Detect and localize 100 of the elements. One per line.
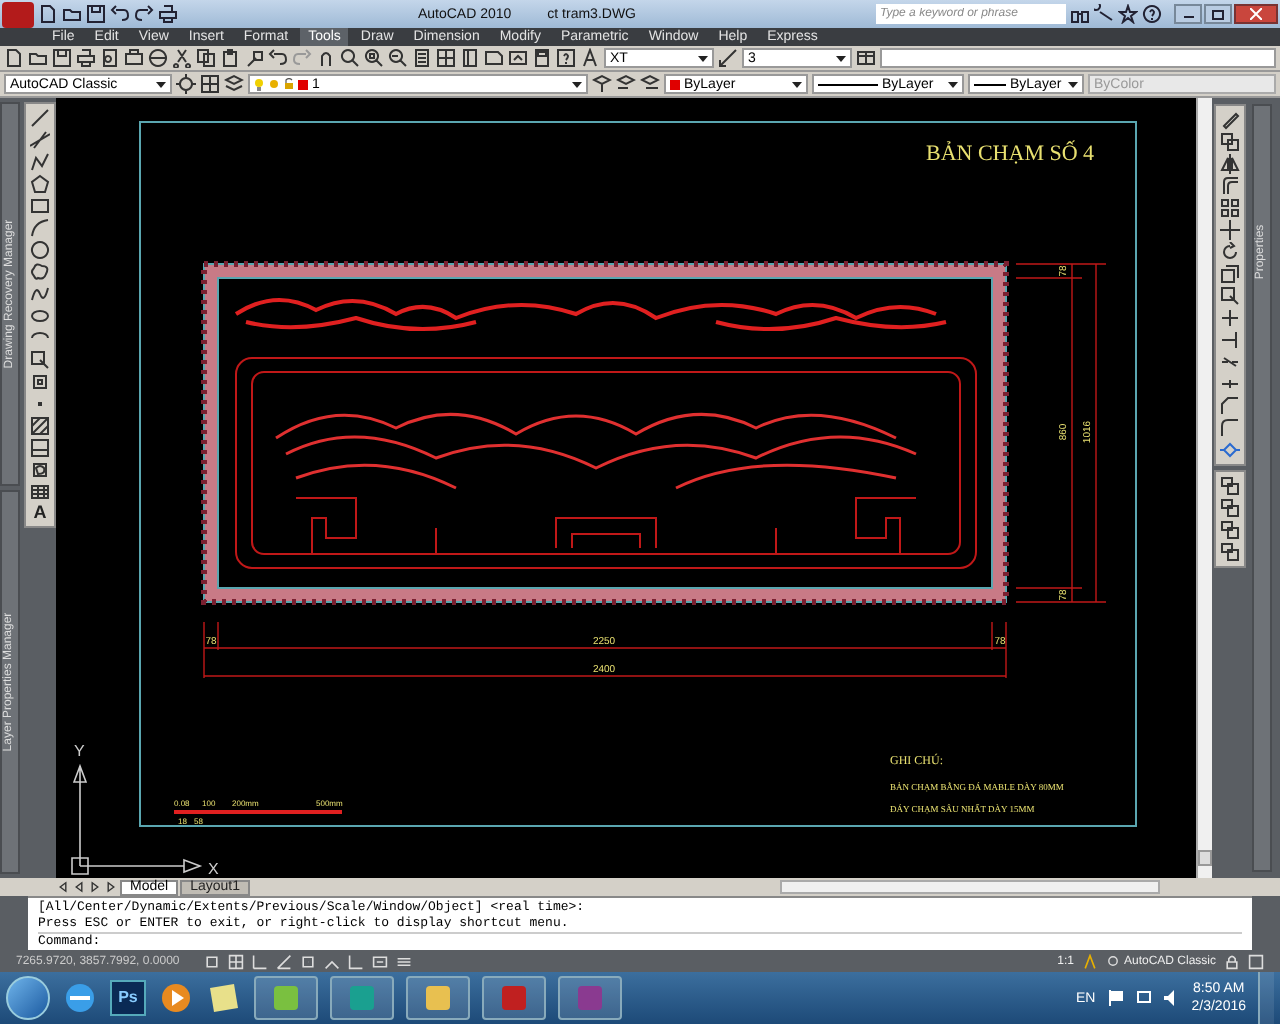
draw-order-icon[interactable] <box>1220 542 1240 562</box>
fillet-icon[interactable] <box>1220 418 1240 438</box>
lock-icon[interactable] <box>1224 953 1240 969</box>
grid-icon[interactable] <box>200 74 220 94</box>
notes-icon[interactable] <box>206 980 242 1016</box>
minimize-button[interactable] <box>1174 4 1202 24</box>
region-icon[interactable] <box>30 460 50 480</box>
vertical-scrollbar[interactable] <box>1196 98 1212 878</box>
polygon-icon[interactable] <box>30 174 50 194</box>
close-button[interactable] <box>1234 4 1278 24</box>
zoom-window-icon[interactable] <box>364 48 384 68</box>
publish-icon[interactable] <box>124 48 144 68</box>
copy-page-icon[interactable] <box>196 48 216 68</box>
construction-line-icon[interactable] <box>30 130 50 150</box>
line-icon[interactable] <box>30 108 50 128</box>
markup-icon[interactable] <box>508 48 528 68</box>
layer-previous-icon[interactable] <box>616 74 636 94</box>
globe-icon[interactable] <box>148 48 168 68</box>
copy-icon[interactable] <box>1220 132 1240 152</box>
flag-icon[interactable] <box>1107 990 1124 1006</box>
circle-icon[interactable] <box>30 240 50 260</box>
fullscreen-icon[interactable] <box>1248 953 1264 969</box>
layer-state-icon[interactable] <box>592 74 612 94</box>
trim-icon[interactable] <box>1220 308 1240 328</box>
tab-first-icon[interactable] <box>56 880 70 894</box>
save-icon[interactable] <box>52 48 72 68</box>
scale-icon[interactable] <box>1220 264 1240 284</box>
undo-icon[interactable] <box>268 48 288 68</box>
horizontal-scrollbar[interactable] <box>780 880 1160 894</box>
array-icon[interactable] <box>1220 198 1240 218</box>
help-icon[interactable] <box>556 48 576 68</box>
tab-last-icon[interactable] <box>104 880 118 894</box>
redo-icon[interactable] <box>134 4 154 24</box>
taskbar-button[interactable] <box>254 976 318 1020</box>
undo-icon[interactable] <box>110 4 130 24</box>
erase-icon[interactable] <box>1220 110 1240 130</box>
browser-icon[interactable] <box>62 980 98 1016</box>
new-file-icon[interactable] <box>38 4 58 24</box>
ducs-icon[interactable] <box>348 953 364 969</box>
spline-icon[interactable] <box>30 284 50 304</box>
app-logo-icon[interactable] <box>2 1 34 27</box>
extend-icon[interactable] <box>1220 330 1240 350</box>
draw-order-icon[interactable] <box>1220 476 1240 496</box>
media-player-icon[interactable] <box>158 980 194 1016</box>
make-block-icon[interactable] <box>30 372 50 392</box>
gear-icon[interactable] <box>176 74 196 94</box>
polyline-icon[interactable] <box>30 152 50 172</box>
key-icon[interactable] <box>1094 4 1114 24</box>
printer-icon[interactable] <box>158 4 178 24</box>
text-tool[interactable]: A <box>33 504 47 522</box>
grid-icon[interactable] <box>436 48 456 68</box>
open-folder-icon[interactable] <box>28 48 48 68</box>
preview-icon[interactable] <box>100 48 120 68</box>
mirror-icon[interactable] <box>1220 154 1240 174</box>
move-icon[interactable] <box>1220 220 1240 240</box>
dimension-style-icon[interactable] <box>718 48 738 68</box>
zoom-icon[interactable] <box>340 48 360 68</box>
dyn-icon[interactable] <box>372 953 388 969</box>
printer-icon[interactable] <box>76 48 96 68</box>
taskbar-button[interactable] <box>406 976 470 1020</box>
star-icon[interactable] <box>1118 4 1138 24</box>
palette-icon[interactable] <box>460 48 480 68</box>
text-style-icon[interactable] <box>580 48 600 68</box>
gradient-icon[interactable] <box>30 438 50 458</box>
draw-order-icon[interactable] <box>1220 498 1240 518</box>
arc-icon[interactable] <box>30 218 50 238</box>
brush-icon[interactable] <box>244 48 264 68</box>
show-desktop-button[interactable] <box>1258 972 1274 1024</box>
snap-icon[interactable] <box>204 953 220 969</box>
scroll-thumb[interactable] <box>1198 850 1212 866</box>
paste-icon[interactable] <box>220 48 240 68</box>
stretch-icon[interactable] <box>1220 286 1240 306</box>
annotation-visibility-icon[interactable] <box>1081 953 1098 969</box>
osnap-icon[interactable] <box>300 953 316 969</box>
layer-match-icon[interactable] <box>640 74 660 94</box>
chamfer-icon[interactable] <box>1220 396 1240 416</box>
break-icon[interactable] <box>1220 352 1240 372</box>
zoom-previous-icon[interactable] <box>388 48 408 68</box>
layers-icon[interactable] <box>224 74 244 94</box>
rectangle-icon[interactable] <box>30 196 50 216</box>
new-file-icon[interactable] <box>4 48 24 68</box>
cut-icon[interactable] <box>172 48 192 68</box>
rotate-icon[interactable] <box>1220 242 1240 262</box>
network-icon[interactable] <box>1135 990 1152 1006</box>
lineweight-icon[interactable] <box>396 953 412 969</box>
speaker-icon[interactable] <box>1163 990 1180 1006</box>
help-icon[interactable] <box>1142 4 1162 24</box>
cloud-icon[interactable] <box>30 262 50 282</box>
tab-previous-icon[interactable] <box>72 880 86 894</box>
tab-next-icon[interactable] <box>88 880 102 894</box>
hatch-icon[interactable] <box>30 416 50 436</box>
polar-icon[interactable] <box>276 953 292 969</box>
save-icon[interactable] <box>86 4 106 24</box>
photoshop-icon[interactable]: Ps <box>110 980 146 1016</box>
draw-order-icon[interactable] <box>1220 520 1240 540</box>
join-icon[interactable] <box>1220 374 1240 394</box>
insert-block-icon[interactable] <box>30 350 50 370</box>
offset-icon[interactable] <box>1220 176 1240 196</box>
open-folder-icon[interactable] <box>62 4 82 24</box>
ortho-icon[interactable] <box>252 953 268 969</box>
